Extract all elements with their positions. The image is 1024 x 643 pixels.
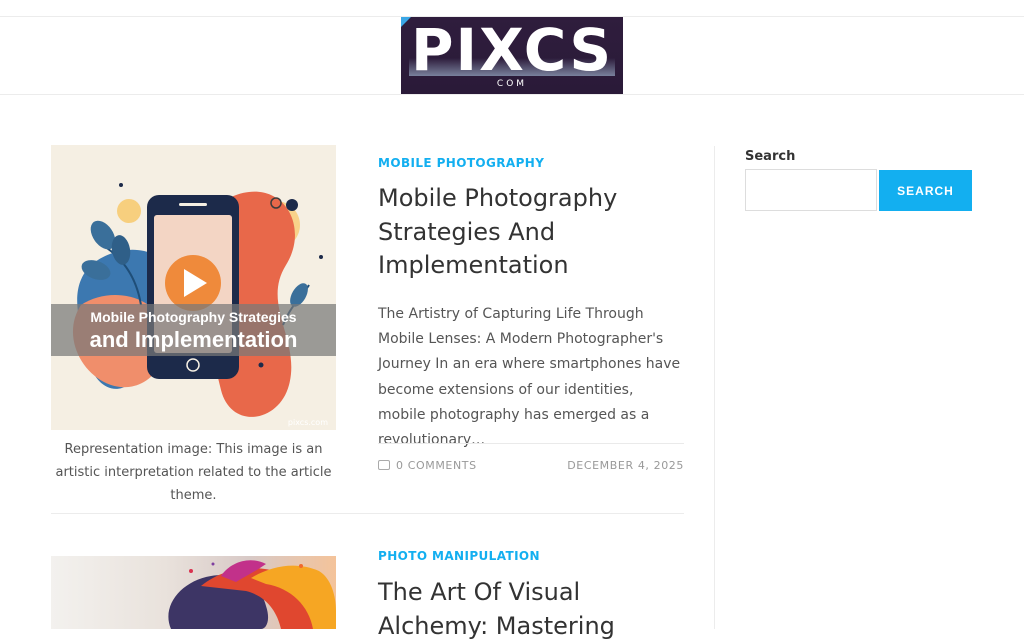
search-label: Search (745, 149, 796, 164)
post-category-link[interactable]: MOBILE PHOTOGRAPHY (378, 156, 544, 170)
post-thumbnail[interactable]: Mobile Photography Strategies and Implem… (51, 145, 336, 430)
post-category-link[interactable]: PHOTO MANIPULATION (378, 549, 540, 563)
post-title-link[interactable]: Mobile Photography Strategies And Implem… (378, 182, 678, 283)
post-excerpt: The Artistry of Capturing Life Through M… (378, 306, 681, 449)
search-input[interactable] (745, 169, 877, 211)
image-watermark: pixcs.com (287, 418, 328, 427)
post-separator (51, 513, 684, 514)
image-caption: Representation image: This image is an a… (55, 442, 332, 503)
site-logo[interactable]: PIXCS COM (401, 17, 623, 94)
post-date: DECEMBER 4, 2025 (567, 459, 684, 472)
photo-manipulation-illustration (168, 560, 336, 629)
search-button[interactable]: SEARCH (879, 170, 972, 211)
mobile-photography-illustration (72, 183, 323, 417)
logo-subtext: COM (496, 79, 528, 89)
comment-icon (378, 460, 390, 470)
post-meta-divider (378, 443, 684, 444)
sidebar-divider (714, 146, 715, 629)
post-title-link[interactable]: The Art Of Visual Alchemy: Mastering (378, 576, 678, 643)
post-comments-link[interactable]: 0 COMMENTS (378, 459, 477, 472)
post-thumbnail[interactable] (51, 556, 336, 629)
image-overlay-text-line1: Mobile Photography Strategies (90, 309, 297, 325)
comments-count: 0 COMMENTS (396, 459, 477, 472)
image-overlay-text-line2: and Implementation (89, 327, 298, 352)
logo-shade (409, 58, 615, 76)
logo-corner-accent (401, 17, 411, 27)
site-header: PIXCS COM (0, 17, 1024, 95)
